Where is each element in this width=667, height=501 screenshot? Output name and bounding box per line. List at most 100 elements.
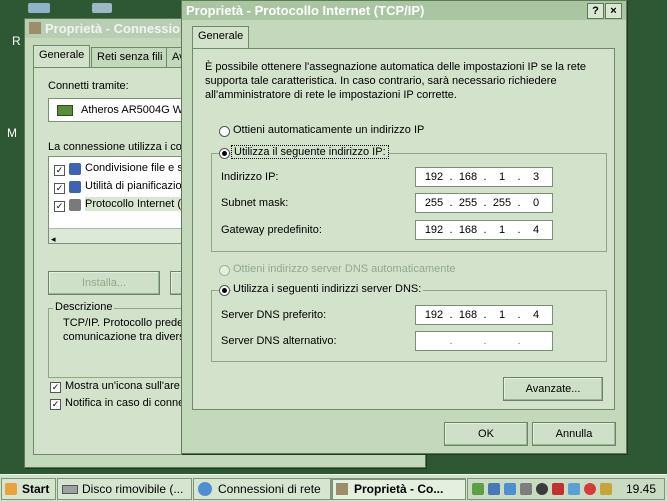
taskbar-item-label: Proprietà - Co... <box>354 482 444 496</box>
adapter-name: Atheros AR5004G W <box>81 104 184 116</box>
intro-text: all'amministratore di rete le impostazio… <box>205 89 457 101</box>
alternate-dns-input[interactable]: . . . <box>415 331 553 351</box>
help-button[interactable]: ? <box>587 3 604 19</box>
notify-checkbox[interactable]: ✓ <box>50 399 61 410</box>
component-checkbox[interactable]: ✓ <box>54 201 65 212</box>
auto-ip-radio[interactable] <box>219 126 230 137</box>
desktop-icon[interactable] <box>92 3 112 13</box>
subnet-octet: 255 <box>424 197 444 209</box>
tcpip-properties-dialog: Proprietà - Protocollo Internet (TCP/IP)… <box>181 0 627 454</box>
tray-speaker-icon[interactable] <box>520 483 532 495</box>
ok-button[interactable]: OK <box>444 422 528 446</box>
close-button[interactable]: × <box>605 3 622 19</box>
show-icon-checkbox[interactable]: ✓ <box>50 382 61 393</box>
tray-app-icon[interactable] <box>568 483 580 495</box>
dialog-titlebar[interactable]: Proprietà - Protocollo Internet (TCP/IP) <box>182 1 626 20</box>
desktop-icon[interactable] <box>28 3 50 13</box>
component-label: Utilità di pianificazio <box>85 180 182 192</box>
tray-security-icon[interactable] <box>584 483 596 495</box>
gateway-octet: 1 <box>498 224 506 236</box>
subnet-octet: 0 <box>532 197 540 209</box>
dns-octet: 192 <box>424 309 444 321</box>
dns-octet: 4 <box>532 309 540 321</box>
gateway-label: Gateway predefinito: <box>221 224 322 236</box>
ip-address-input[interactable]: 192 . 168 . 1 . 3 <box>415 167 553 187</box>
preferred-dns-input[interactable]: 192 . 168 . 1 . 4 <box>415 305 553 325</box>
protocol-icon <box>69 199 81 211</box>
subnet-label: Subnet mask: <box>221 197 289 209</box>
dialog-title: Proprietà - Protocollo Internet (TCP/IP) <box>186 3 425 18</box>
component-checkbox[interactable]: ✓ <box>54 183 65 194</box>
tab-generale[interactable]: Generale <box>192 26 250 48</box>
ip-address-label: Indirizzo IP: <box>221 171 279 183</box>
auto-dns-radio[interactable] <box>219 265 230 276</box>
network-card-icon <box>57 105 73 116</box>
subnet-octet: 255 <box>458 197 478 209</box>
ip-octet: 1 <box>498 171 506 183</box>
advanced-button[interactable]: Avanzate... <box>503 377 603 401</box>
subnet-mask-input[interactable]: 255 . 255 . 255 . 0 <box>415 193 553 213</box>
description-text: comunicazione tra divers <box>63 331 185 343</box>
desktop-label: R <box>12 34 21 48</box>
gateway-input[interactable]: 192 . 168 . 1 . 4 <box>415 220 553 240</box>
network-icon <box>29 22 41 34</box>
manual-ip-label[interactable]: Utilizza il seguente indirizzo IP: <box>231 145 389 159</box>
start-button[interactable]: Start <box>1 478 56 500</box>
general-panel: È possibile ottenere l'assegnazione auto… <box>192 48 615 410</box>
subnet-octet: 255 <box>492 197 512 209</box>
ip-octet: 3 <box>532 171 540 183</box>
component-checkbox[interactable]: ✓ <box>54 165 65 176</box>
taskbar-item-proprieta[interactable]: Proprietà - Co... <box>331 478 466 500</box>
windows-logo-icon <box>5 483 17 495</box>
intro-text: È possibile ottenere l'assegnazione auto… <box>205 61 587 73</box>
clock: 19.45 <box>626 482 657 496</box>
auto-ip-label[interactable]: Ottieni automaticamente un indirizzo IP <box>233 124 424 136</box>
window-title: Proprietà - Connessione <box>45 21 196 36</box>
install-button[interactable]: Installa... <box>48 271 160 295</box>
dns-octet: 1 <box>498 309 506 321</box>
taskbar-item-connessioni[interactable]: Connessioni di rete <box>193 478 331 500</box>
dns-octet: 168 <box>458 309 478 321</box>
manual-dns-label[interactable]: Utilizza i seguenti indirizzi server DNS… <box>231 283 424 295</box>
auto-dns-label[interactable]: Ottieni indirizzo server DNS automaticam… <box>233 263 456 275</box>
tab-reti-senza-fili[interactable]: Reti senza fili <box>91 47 169 67</box>
preferred-dns-label: Server DNS preferito: <box>221 309 327 321</box>
tray-network-icon[interactable] <box>504 483 516 495</box>
uses-label: La connessione utilizza i co <box>48 141 182 153</box>
manual-dns-radio[interactable] <box>219 285 230 296</box>
ip-octet: 192 <box>424 171 444 183</box>
notify-label: Notifica in caso di conne <box>65 397 185 409</box>
scheduler-icon <box>69 181 81 193</box>
tray-app-icon[interactable] <box>488 483 500 495</box>
tray-app-icon[interactable] <box>536 483 548 495</box>
ip-octet: 168 <box>458 171 478 183</box>
start-label: Start <box>22 482 50 496</box>
scroll-left-icon[interactable]: ◂ <box>51 230 56 248</box>
component-label: Condivisione file e s <box>85 162 183 174</box>
gateway-octet: 192 <box>424 224 444 236</box>
component-label: Protocollo Internet ( <box>85 197 185 211</box>
gateway-octet: 168 <box>458 224 478 236</box>
dns-group <box>211 290 607 362</box>
system-tray: 19.45 <box>467 478 665 500</box>
tray-ati-icon[interactable] <box>552 483 564 495</box>
cancel-button[interactable]: Annulla <box>532 422 616 446</box>
tab-generale[interactable]: Generale <box>33 45 91 67</box>
gateway-octet: 4 <box>532 224 540 236</box>
tray-app-icon[interactable] <box>472 483 484 495</box>
manual-ip-radio[interactable] <box>219 148 230 159</box>
desktop-label: M <box>7 126 17 140</box>
show-icon-label: Mostra un'icona sull'are <box>65 380 180 392</box>
connect-label: Connetti tramite: <box>48 80 129 92</box>
taskbar-item-label: Disco rimovibile (... <box>82 482 184 496</box>
description-label: Descrizione <box>53 301 115 313</box>
tray-app-icon[interactable] <box>600 483 612 495</box>
network-connections-icon <box>198 482 212 496</box>
drive-icon <box>62 485 78 494</box>
taskbar-item-disco[interactable]: Disco rimovibile (... <box>57 478 192 500</box>
alternate-dns-label: Server DNS alternativo: <box>221 335 337 347</box>
taskbar: Start Disco rimovibile (... Connessioni … <box>0 474 667 501</box>
network-icon <box>336 483 348 495</box>
intro-text: supporta tale caratteristica. In caso co… <box>205 75 557 87</box>
share-icon <box>69 163 81 175</box>
